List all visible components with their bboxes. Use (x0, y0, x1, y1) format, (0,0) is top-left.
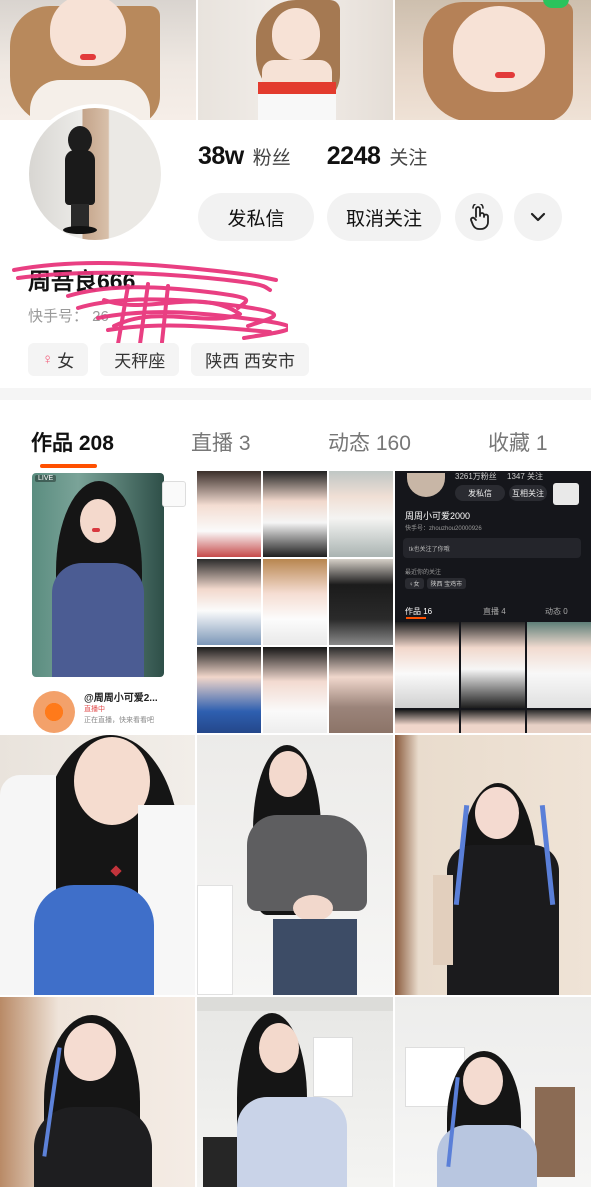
embedded-tab: 直播 4 (483, 607, 506, 616)
cover-photo (395, 0, 591, 120)
live-badge: LIVE (35, 475, 57, 482)
followers-count[interactable]: 38w (198, 142, 244, 171)
profile-tags: ♀ 女 天秤座 陕西 西安市 (28, 343, 309, 376)
embedded-following: 1347 关注 (507, 472, 544, 481)
tab-works[interactable]: 作品 208 (31, 427, 114, 457)
collage-photo (329, 647, 393, 733)
constellation-tag-label: 天秤座 (114, 352, 166, 371)
embedded-tab: 动态 0 (545, 607, 568, 616)
active-tab-indicator (40, 464, 97, 468)
embedded-recent-label: 最近你的关注 (405, 570, 442, 576)
embedded-name: 周周小可爱2000 (405, 511, 471, 521)
tap-hand-icon (470, 204, 489, 230)
avatar-photo (29, 108, 161, 240)
embedded-followers: 3261万粉丝 (455, 472, 497, 481)
gender-tag-label: 女 (57, 352, 75, 371)
send-message-button[interactable]: 发私信 (198, 193, 314, 241)
cover-photo (0, 0, 198, 120)
tab-favorites[interactable]: 收藏 1 (488, 427, 548, 457)
works-grid: LIVE @周周小可爱2... 直播中 正在直播，快来看看吧 3261万粉丝 1… (0, 471, 591, 1187)
video-thumbnail[interactable] (395, 997, 591, 1187)
video-thumbnail[interactable]: LIVE @周周小可爱2... 直播中 正在直播，快来看看吧 (0, 471, 195, 733)
profile-cover (0, 0, 591, 120)
share-icon (162, 481, 186, 507)
embedded-follow-button: 互相关注 (509, 485, 547, 501)
collage-photo (329, 559, 393, 645)
following-label[interactable]: 关注 (389, 143, 427, 170)
video-thumbnail[interactable] (197, 997, 393, 1187)
live-qr-icon (33, 691, 75, 733)
content-tabs: 作品 208 直播 3 动态 160 收藏 1 (0, 400, 591, 470)
thumbnail-photo (475, 787, 519, 839)
embedded-qr-icon (553, 483, 579, 505)
thumbnail-photo (269, 751, 307, 797)
embedded-photo (395, 710, 459, 733)
embedded-photo (395, 622, 459, 708)
tap-hand-button[interactable] (455, 193, 503, 241)
video-thumbnail[interactable] (395, 735, 591, 995)
more-button[interactable] (514, 193, 562, 241)
followers-label[interactable]: 粉丝 (253, 143, 291, 170)
thumbnail-photo (64, 1023, 116, 1081)
collage-photo (197, 559, 261, 645)
chevron-down-icon (530, 212, 546, 222)
embedded-tag: 陕西 宝鸡市 (426, 578, 467, 589)
avatar[interactable] (25, 104, 165, 244)
video-thumbnail[interactable]: 3261万粉丝 1347 关注 发私信 互相关注 周周小可爱2000 快手号：z… (395, 471, 591, 733)
collage-photo (329, 471, 393, 557)
tab-moments[interactable]: 动态 160 (328, 427, 411, 457)
cover-photo (197, 0, 396, 120)
embedded-tab: 作品 16 (405, 607, 433, 616)
collage-photo (263, 559, 327, 645)
embedded-photo (461, 710, 525, 733)
female-icon: ♀ (42, 351, 54, 368)
tab-live[interactable]: 直播 3 (191, 427, 251, 457)
embedded-tab-indicator (406, 617, 426, 619)
constellation-tag: 天秤座 (100, 343, 180, 376)
video-thumbnail[interactable] (0, 735, 195, 995)
embedded-photo (527, 710, 591, 733)
embedded-tag: ♀女 (405, 578, 424, 589)
embedded-tags: ♀女 陕西 宝鸡市 (405, 578, 467, 589)
profile-id[interactable]: 快手号： 26 (28, 305, 109, 326)
video-thumbnail[interactable] (197, 735, 393, 995)
embedded-grid (395, 622, 591, 733)
embedded-photo (527, 622, 591, 708)
embedded-avatar (407, 473, 445, 497)
profile-name: 周吾良666 (28, 268, 136, 294)
collage-photo (263, 647, 327, 733)
collage-photo (197, 647, 261, 733)
live-card-title: @周周小可爱2... (84, 693, 158, 704)
thumbnail-photo (463, 1057, 503, 1105)
profile-stats: 38w 粉丝 2248 关注 (198, 142, 427, 171)
thumbnail-photo (259, 1023, 299, 1073)
live-hint: 正在直播，快来看看吧 (84, 717, 154, 724)
gender-tag: ♀ 女 (28, 343, 89, 376)
embedded-id: 快手号：zhouzhou20000926 (405, 526, 482, 532)
location-tag-label: 陕西 西安市 (205, 352, 295, 371)
location-tag: 陕西 西安市 (191, 343, 309, 376)
collage-photo (197, 471, 261, 557)
live-status: 直播中 (84, 706, 105, 713)
collage-photo (263, 471, 327, 557)
section-divider (0, 388, 591, 400)
embedded-photo (461, 622, 525, 708)
embedded-message-button: 发私信 (455, 485, 505, 501)
embedded-mutual-row: tk也关注了你哦 (403, 538, 581, 558)
unfollow-button[interactable]: 取消关注 (327, 193, 441, 241)
embedded-mutual-text: tk也关注了你哦 (409, 547, 450, 553)
video-thumbnail[interactable] (197, 471, 393, 733)
video-thumbnail[interactable] (0, 997, 195, 1187)
thumbnail-photo (32, 473, 164, 677)
following-count[interactable]: 2248 (327, 142, 381, 171)
